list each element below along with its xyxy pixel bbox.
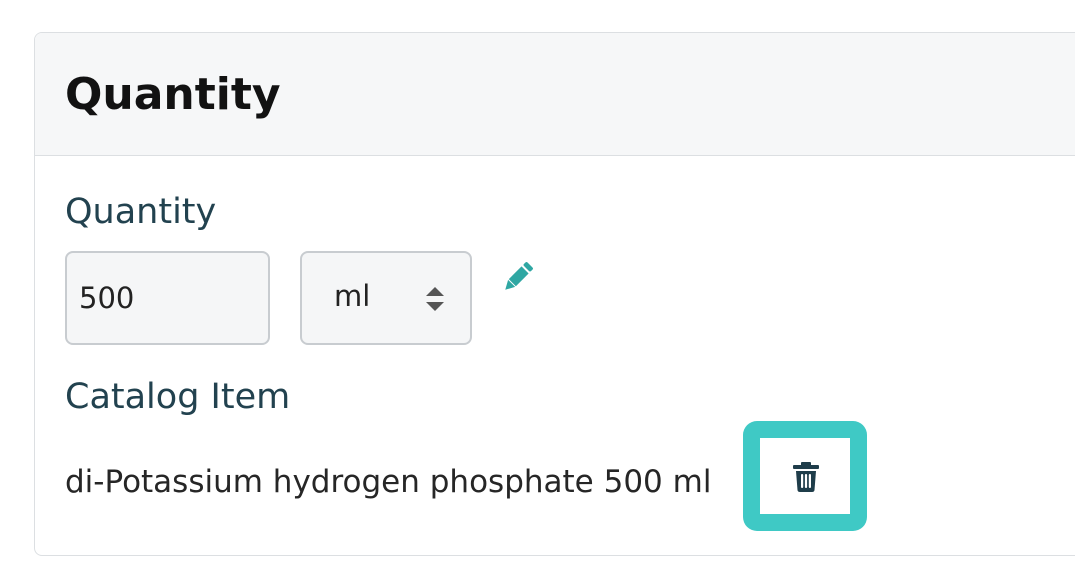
catalog-item-label: Catalog Item <box>65 377 291 417</box>
sort-arrows-icon <box>426 287 444 311</box>
unit-select-value: ml <box>334 279 371 313</box>
card-header: Quantity <box>35 33 1075 156</box>
catalog-item-name: di-Potassium hydrogen phosphate 500 ml <box>65 464 712 500</box>
delete-catalog-item-button[interactable] <box>743 421 867 531</box>
unit-select[interactable]: ml <box>300 251 472 345</box>
quantity-label: Quantity <box>65 192 217 232</box>
quantity-input[interactable] <box>65 251 270 345</box>
edit-quantity-pencil-icon[interactable] <box>498 257 538 297</box>
card-title: Quantity <box>65 69 281 120</box>
quantity-card: Quantity Quantity ml Catalog Item di-Pot… <box>34 32 1075 556</box>
trash-icon <box>793 462 819 492</box>
